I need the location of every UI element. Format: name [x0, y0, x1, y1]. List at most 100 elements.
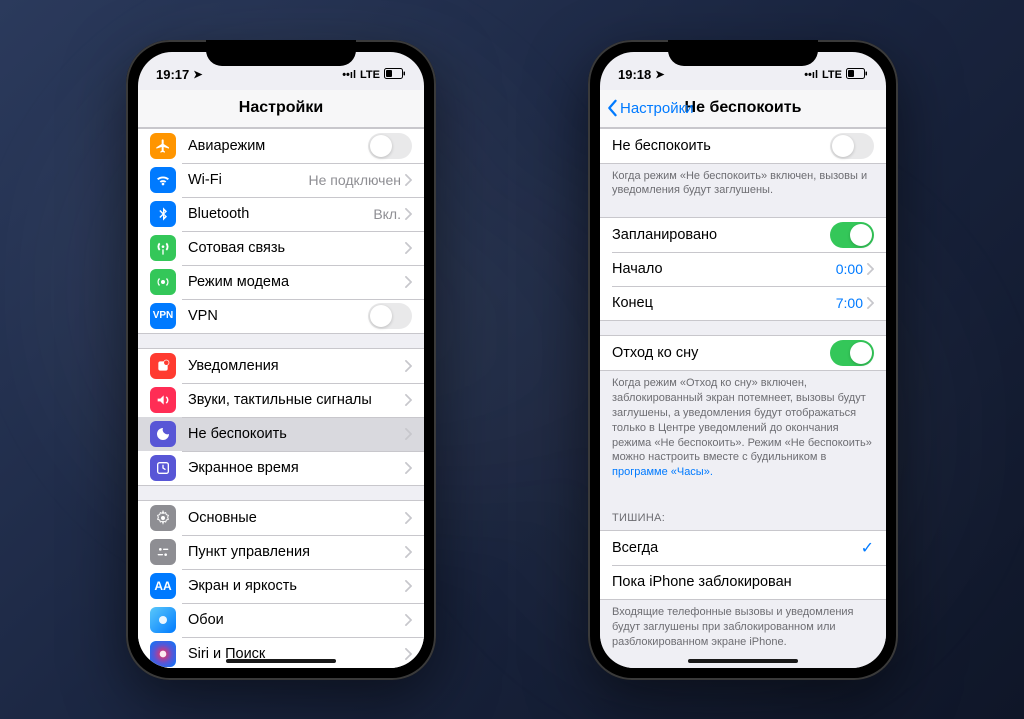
home-indicator[interactable]	[688, 659, 798, 663]
settings-row[interactable]: Не беспокоить	[600, 129, 886, 163]
settings-group: ОсновныеПункт управления AA Экран и яркост…	[138, 500, 424, 668]
row-label: Не беспокоить	[188, 426, 405, 442]
settings-row[interactable]: VPNVPN	[138, 299, 424, 333]
row-value: Не подключен	[309, 172, 401, 188]
nav-bar: Настройки Не беспокоить	[600, 90, 886, 128]
row-label: Авиарежим	[188, 138, 368, 154]
settings-row[interactable]: Обои	[138, 603, 424, 637]
general-icon	[150, 505, 176, 531]
settings-row[interactable]: Основные	[138, 501, 424, 535]
settings-row[interactable]: Режим модема	[138, 265, 424, 299]
row-value: 7:00	[836, 295, 863, 311]
toggle-switch[interactable]	[830, 222, 874, 248]
battery-icon	[846, 68, 868, 82]
row-label: Отход ко сну	[612, 345, 830, 361]
settings-row[interactable]: Уведомления	[138, 349, 424, 383]
group-list: Уведомления Звуки, тактильные сигналы Не б…	[138, 348, 424, 486]
chevron-right-icon	[867, 297, 874, 309]
settings-row[interactable]: Отход ко сну	[600, 336, 886, 370]
screen-right: 19:18 ➤ ••ıl LTE Настройки Не беспокоить…	[600, 52, 886, 668]
settings-row[interactable]: AA Экран и яркость	[138, 569, 424, 603]
row-value: 0:00	[836, 261, 863, 277]
toggle-switch[interactable]	[830, 133, 874, 159]
settings-row[interactable]: Звуки, тактильные сигналы	[138, 383, 424, 417]
location-icon: ➤	[193, 68, 202, 81]
carrier-label: LTE	[822, 69, 842, 81]
sounds-icon	[150, 387, 176, 413]
notifications-icon	[150, 353, 176, 379]
status-time: 19:18	[618, 67, 651, 82]
chevron-right-icon	[867, 263, 874, 275]
group-list: АвиарежимWi-FiНе подключенBluetoothВкл.С…	[138, 128, 424, 334]
settings-row[interactable]: Начало0:00	[600, 252, 886, 286]
row-value: Вкл.	[373, 206, 401, 222]
group-list: Не беспокоить	[600, 128, 886, 164]
settings-row[interactable]: Не беспокоить	[138, 417, 424, 451]
display-icon: AA	[150, 573, 176, 599]
settings-row[interactable]: BluetoothВкл.	[138, 197, 424, 231]
settings-row[interactable]: Сотовая связь	[138, 231, 424, 265]
row-label: Wi-Fi	[188, 172, 309, 188]
status-time: 19:17	[156, 67, 189, 82]
group-list: Отход ко сну	[600, 335, 886, 371]
settings-row[interactable]: Экранное время	[138, 451, 424, 485]
phone-right: 19:18 ➤ ••ıl LTE Настройки Не беспокоить…	[588, 40, 898, 680]
toggle-switch[interactable]	[830, 340, 874, 366]
airplane-icon	[150, 133, 176, 159]
screen-left: 19:17 ➤ ••ıl LTE Настройки Авиарежим Wi-F…	[138, 52, 424, 668]
chevron-right-icon	[405, 174, 412, 186]
row-label: Обои	[188, 612, 405, 628]
vpn-icon: VPN	[150, 303, 176, 329]
settings-row[interactable]: Пункт управления	[138, 535, 424, 569]
signal-icon: ••ıl	[804, 69, 818, 81]
chevron-right-icon	[405, 208, 412, 220]
settings-row[interactable]: Авиарежим	[138, 129, 424, 163]
group-list: ЗапланированоНачало0:00Конец7:00	[600, 217, 886, 321]
row-label: Не беспокоить	[612, 138, 830, 154]
checkmark-icon: ✓	[861, 538, 874, 558]
settings-row[interactable]: Запланировано	[600, 218, 886, 252]
row-label: Уведомления	[188, 358, 405, 374]
toggle-switch[interactable]	[368, 303, 412, 329]
footer-link[interactable]: программе «Часы».	[612, 466, 713, 478]
row-label: Звуки, тактильные сигналы	[188, 392, 405, 408]
settings-group: Отход ко сну Когда режим «Отход ко сну» в…	[600, 335, 886, 485]
wallpaper-icon	[150, 607, 176, 633]
group-list: ОсновныеПункт управления AA Экран и яркост…	[138, 500, 424, 668]
settings-row[interactable]: Конец7:00	[600, 286, 886, 320]
group-header: ТИШИНА:	[600, 499, 886, 530]
back-label: Настройки	[620, 100, 694, 117]
group-footer: Когда режим «Отход ко сну» включен, забл…	[600, 371, 886, 485]
row-label: Начало	[612, 261, 836, 277]
settings-row[interactable]: Siri и Поиск	[138, 637, 424, 668]
chevron-right-icon	[405, 360, 412, 372]
chevron-right-icon	[405, 614, 412, 626]
chevron-right-icon	[405, 276, 412, 288]
location-icon: ➤	[655, 68, 664, 81]
dnd-icon	[150, 421, 176, 447]
page-title: Не беспокоить	[685, 99, 802, 117]
dnd-content[interactable]: Не беспокоить Когда режим «Не беспокоить»…	[600, 128, 886, 668]
control-icon	[150, 539, 176, 565]
chevron-right-icon	[405, 462, 412, 474]
chevron-right-icon	[405, 512, 412, 524]
row-label: Bluetooth	[188, 206, 373, 222]
row-label: Конец	[612, 295, 836, 311]
row-label: Запланировано	[612, 227, 830, 243]
back-button[interactable]: Настройки	[606, 99, 694, 117]
settings-content[interactable]: АвиарежимWi-FiНе подключенBluetoothВкл.С…	[138, 128, 424, 668]
row-label: Экран и яркость	[188, 578, 405, 594]
settings-row[interactable]: Wi-FiНе подключен	[138, 163, 424, 197]
settings-row[interactable]: Пока iPhone заблокирован	[600, 565, 886, 599]
settings-row[interactable]: Всегда✓	[600, 531, 886, 565]
toggle-switch[interactable]	[368, 133, 412, 159]
group-list: Всегда✓Пока iPhone заблокирован	[600, 530, 886, 600]
row-label: Экранное время	[188, 460, 405, 476]
carrier-label: LTE	[360, 69, 380, 81]
chevron-right-icon	[405, 648, 412, 660]
group-footer: Когда режим «Не беспокоить» включен, выз…	[600, 164, 886, 204]
chevron-right-icon	[405, 580, 412, 592]
nav-bar: Настройки	[138, 90, 424, 128]
home-indicator[interactable]	[226, 659, 336, 663]
signal-icon: ••ıl	[342, 69, 356, 81]
